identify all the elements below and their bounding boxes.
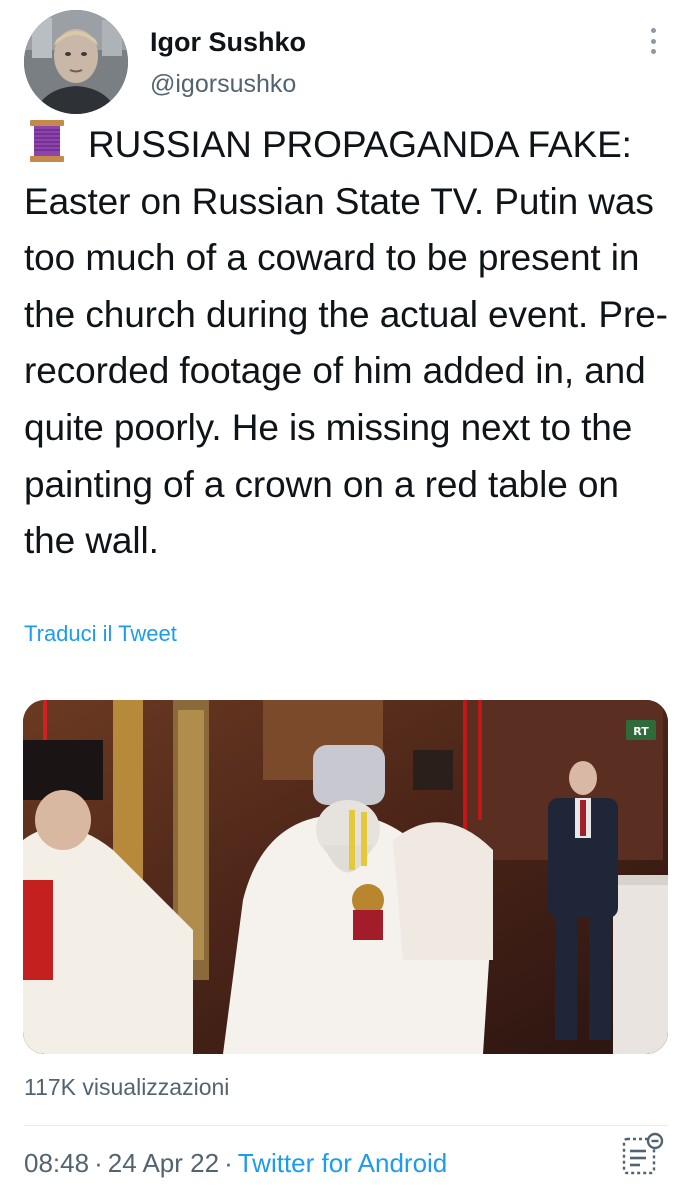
more-dot (650, 28, 656, 33)
tweet-time[interactable]: 08:48 (24, 1148, 89, 1178)
avatar-photo (24, 10, 128, 114)
more-options-icon[interactable] (640, 24, 666, 58)
translate-tweet-link[interactable]: Traduci il Tweet (24, 621, 177, 647)
tweet-date[interactable]: 24 Apr 22 (108, 1148, 219, 1178)
tweet-text: RUSSIAN PROPAGANDA FAKE: Easter on Russi… (24, 124, 668, 562)
author-avatar[interactable] (24, 10, 128, 114)
tweet-source-link[interactable]: Twitter for Android (238, 1148, 448, 1178)
divider (24, 1125, 668, 1126)
view-count[interactable]: 117K visualizzazioni (24, 1074, 229, 1101)
analytics-icon[interactable] (620, 1131, 666, 1177)
more-dot (650, 38, 656, 44)
rt-watermark: RT (633, 725, 649, 738)
bottom-edge (0, 1193, 691, 1200)
meta-separator: · (94, 1148, 103, 1178)
author-handle[interactable]: @igorsushko (150, 70, 296, 99)
tweet-media-video[interactable]: RT (23, 700, 668, 1054)
author-name[interactable]: Igor Sushko (150, 27, 306, 58)
tweet-card: Igor Sushko @igorsushko RUSSIAN PROPAGAN… (0, 0, 691, 1200)
more-dot (650, 49, 656, 54)
thread-spool-icon (24, 118, 70, 164)
meta-separator: · (224, 1148, 233, 1178)
tweet-text-block: RUSSIAN PROPAGANDA FAKE: Easter on Russi… (24, 117, 674, 570)
video-frame: RT (23, 700, 668, 1054)
tweet-metadata: 08:48 · 24 Apr 22 · Twitter for Android (24, 1148, 447, 1179)
